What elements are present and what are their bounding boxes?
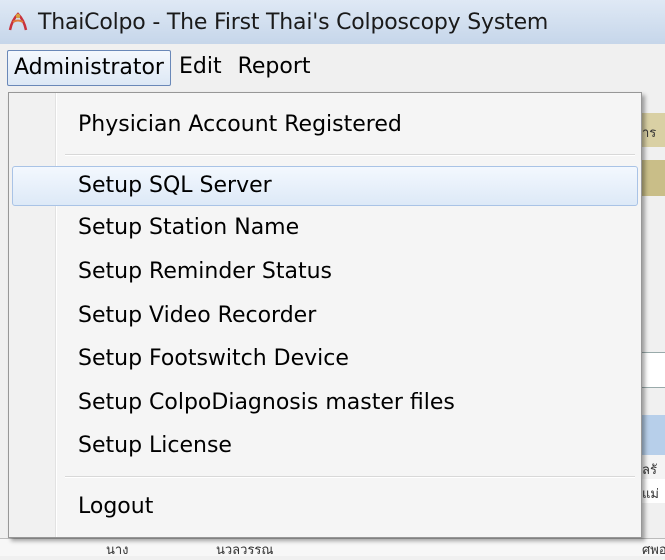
menu-item-setup-license[interactable]: Setup License <box>12 427 638 467</box>
bg-row-text: ลรั <box>642 463 657 478</box>
menu-separator <box>65 154 635 156</box>
menu-item-setup-station-name[interactable]: Setup Station Name <box>12 209 638 249</box>
bg-bottom-cell: นาง <box>106 543 129 558</box>
window-title: ThaiColpo - The First Thai's Colposcopy … <box>38 9 549 35</box>
bg-row: ลรั <box>640 455 665 479</box>
menu-item-setup-reminder-status[interactable]: Setup Reminder Status <box>12 253 638 293</box>
bg-row: แม่ <box>640 479 665 503</box>
menu-item-setup-colpodiagnosis-master-files[interactable]: Setup ColpoDiagnosis master files <box>12 384 638 424</box>
bg-bottom-cell: ศพอ <box>642 543 665 558</box>
bg-input-box <box>640 352 665 388</box>
menu-item-setup-sql-server[interactable]: Setup SQL Server <box>12 166 638 206</box>
bg-bottom-row: นาง นวลวรรณ ศพอ <box>0 538 665 558</box>
title-bar: ThaiColpo - The First Thai's Colposcopy … <box>0 0 665 45</box>
bg-blue-header <box>640 415 665 455</box>
bg-tan-row <box>640 160 665 196</box>
menu-item-logout[interactable]: Logout <box>12 488 638 528</box>
menu-bar: Administrator Edit Report <box>0 44 665 92</box>
menu-report[interactable]: Report <box>230 50 319 86</box>
administrator-dropdown-menu: Physician Account Registered Setup SQL S… <box>8 92 642 538</box>
menu-edit[interactable]: Edit <box>171 50 230 86</box>
bg-header-text: าร <box>642 126 657 141</box>
menu-item-setup-footswitch-device[interactable]: Setup Footswitch Device <box>12 340 638 380</box>
menu-administrator[interactable]: Administrator <box>7 50 171 86</box>
bg-bottom-cell: นวลวรรณ <box>216 543 274 558</box>
menu-item-physician-account-registered[interactable]: Physician Account Registered <box>12 106 638 146</box>
thaicolpo-app-icon[interactable] <box>4 8 32 36</box>
menu-separator <box>65 476 635 478</box>
bg-header-cell: าร <box>640 113 665 147</box>
menu-item-setup-video-recorder[interactable]: Setup Video Recorder <box>12 297 638 337</box>
bg-row-text: แม่ <box>642 487 659 502</box>
